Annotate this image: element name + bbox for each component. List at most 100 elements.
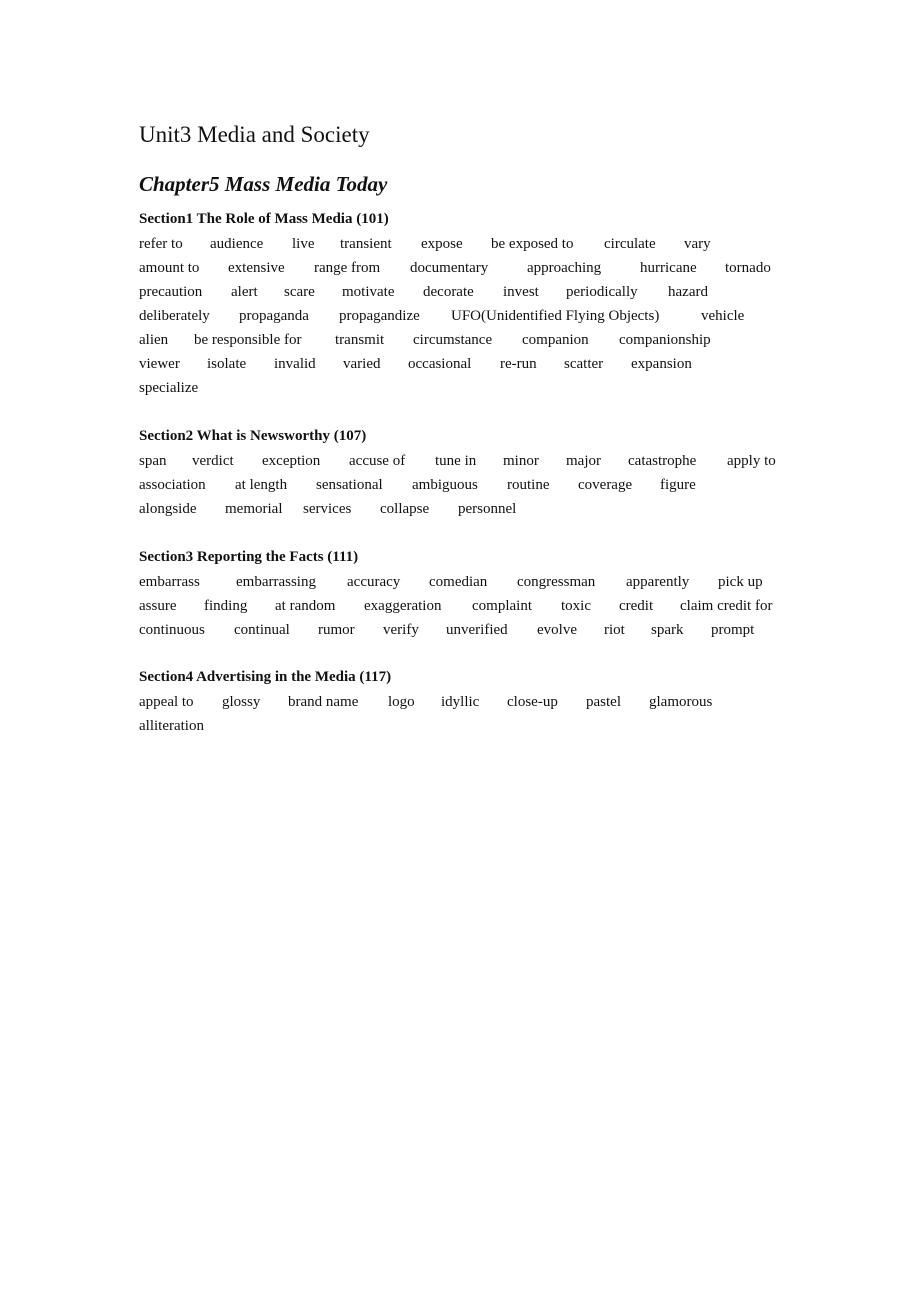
vocabulary-word: expose	[421, 236, 463, 252]
vocabulary-word: prompt	[711, 622, 755, 638]
vocabulary-word: periodically	[566, 284, 638, 300]
vocabulary-word: services	[303, 501, 352, 517]
vocabulary-word: circumstance	[413, 332, 493, 348]
section-title: Section1 The Role of Mass Media (101)	[139, 211, 389, 227]
section-title: Section2 What is Newsworthy (107)	[139, 428, 367, 444]
vocabulary-word: scare	[284, 284, 315, 300]
vocabulary-word: exception	[262, 453, 321, 469]
vocabulary-word: alliteration	[139, 718, 204, 734]
vocabulary-word: expansion	[631, 356, 692, 372]
vocabulary-word: approaching	[527, 260, 602, 276]
vocabulary-word: catastrophe	[628, 453, 697, 469]
vocabulary-word: continual	[234, 622, 290, 638]
vocabulary-word: isolate	[207, 356, 247, 372]
vocabulary-word: finding	[204, 598, 248, 614]
vocabulary-word: evolve	[537, 622, 577, 638]
vocabulary-word: complaint	[472, 598, 532, 614]
vocabulary-word: congressman	[517, 574, 596, 590]
vocabulary-word: alert	[231, 284, 258, 300]
vocabulary-word: vehicle	[701, 308, 745, 324]
vocabulary-word: be exposed to	[491, 236, 574, 252]
vocabulary-word: motivate	[342, 284, 395, 300]
vocabulary-word: transient	[340, 236, 392, 252]
vocabulary-word: viewer	[139, 356, 180, 372]
vocabulary-word: appeal to	[139, 694, 194, 710]
vocabulary-word: sensational	[316, 477, 383, 493]
section-title: Section4 Advertising in the Media (117)	[139, 669, 392, 685]
vocabulary-word: span	[139, 453, 167, 469]
vocabulary-word: unverified	[446, 622, 508, 638]
vocabulary-word: range from	[314, 260, 381, 276]
vocabulary-word: toxic	[561, 598, 591, 614]
vocabulary-word: apparently	[626, 574, 690, 590]
vocabulary-word: coverage	[578, 477, 633, 493]
vocabulary-word: specialize	[139, 380, 199, 396]
section-title: Section3 Reporting the Facts (111)	[139, 549, 359, 565]
vocabulary-word: pastel	[586, 694, 621, 710]
vocabulary-word: exaggeration	[364, 598, 442, 614]
vocabulary-word: decorate	[423, 284, 474, 300]
vocabulary-word: accuracy	[347, 574, 401, 590]
vocabulary-word: occasional	[408, 356, 472, 372]
vocabulary-word: extensive	[228, 260, 285, 276]
unit-title: Unit3 Media and Society	[139, 122, 370, 147]
vocabulary-word: apply to	[727, 453, 776, 469]
vocabulary-word: personnel	[458, 501, 517, 517]
vocabulary-word: companion	[522, 332, 589, 348]
vocabulary-word: major	[566, 453, 601, 469]
vocabulary-word: pick up	[718, 574, 763, 590]
vocabulary-word: audience	[210, 236, 264, 252]
vocabulary-word: re-run	[500, 356, 537, 372]
vocabulary-word: close-up	[507, 694, 558, 710]
vocabulary-word: live	[292, 236, 315, 252]
vocabulary-word: association	[139, 477, 206, 493]
vocabulary-word: verify	[383, 622, 419, 638]
vocabulary-word: documentary	[410, 260, 489, 276]
vocabulary-word: amount to	[139, 260, 200, 276]
vocabulary-word: brand name	[288, 694, 359, 710]
vocabulary-word: at length	[235, 477, 288, 493]
vocabulary-word: memorial	[225, 501, 283, 517]
vocabulary-word: companionship	[619, 332, 711, 348]
vocabulary-word: accuse of	[349, 453, 406, 469]
vocabulary-word: embarrassing	[236, 574, 316, 590]
vocabulary-word: alongside	[139, 501, 197, 517]
vocabulary-word: vary	[684, 236, 711, 252]
vocabulary-word: scatter	[564, 356, 604, 372]
vocabulary-word: continuous	[139, 622, 205, 638]
vocabulary-word: hurricane	[640, 260, 697, 276]
vocabulary-word: deliberately	[139, 308, 210, 324]
vocabulary-word: invalid	[274, 356, 316, 372]
vocabulary-word: propagandize	[339, 308, 420, 324]
vocabulary-word: propaganda	[239, 308, 309, 324]
vocabulary-word: ambiguous	[412, 477, 478, 493]
vocabulary-word: claim credit for	[680, 598, 773, 614]
vocabulary-word: assure	[139, 598, 177, 614]
vocabulary-word: credit	[619, 598, 654, 614]
vocabulary-word: circulate	[604, 236, 656, 252]
vocabulary-word: logo	[388, 694, 415, 710]
vocabulary-word: glossy	[222, 694, 261, 710]
vocabulary-word: figure	[660, 477, 696, 493]
vocabulary-word: hazard	[668, 284, 708, 300]
vocabulary-word: precaution	[139, 284, 203, 300]
vocabulary-word: comedian	[429, 574, 488, 590]
vocabulary-word: collapse	[380, 501, 430, 517]
vocabulary-word: embarrass	[139, 574, 200, 590]
vocabulary-word: idyllic	[441, 694, 480, 710]
vocabulary-word: varied	[343, 356, 381, 372]
vocabulary-word: rumor	[318, 622, 355, 638]
vocabulary-word: minor	[503, 453, 539, 469]
vocabulary-word: be responsible for	[194, 332, 302, 348]
vocabulary-word: glamorous	[649, 694, 713, 710]
vocabulary-word: invest	[503, 284, 539, 300]
vocabulary-word: transmit	[335, 332, 385, 348]
chapter-title: Chapter5 Mass Media Today	[139, 172, 388, 196]
vocabulary-word: at random	[275, 598, 336, 614]
vocabulary-word: spark	[651, 622, 684, 638]
vocabulary-word: riot	[604, 622, 625, 638]
vocabulary-word: alien	[139, 332, 169, 348]
vocabulary-word: UFO(Unidentified Flying Objects)	[451, 308, 660, 324]
vocabulary-word: verdict	[192, 453, 234, 469]
vocabulary-word: tornado	[725, 260, 771, 276]
